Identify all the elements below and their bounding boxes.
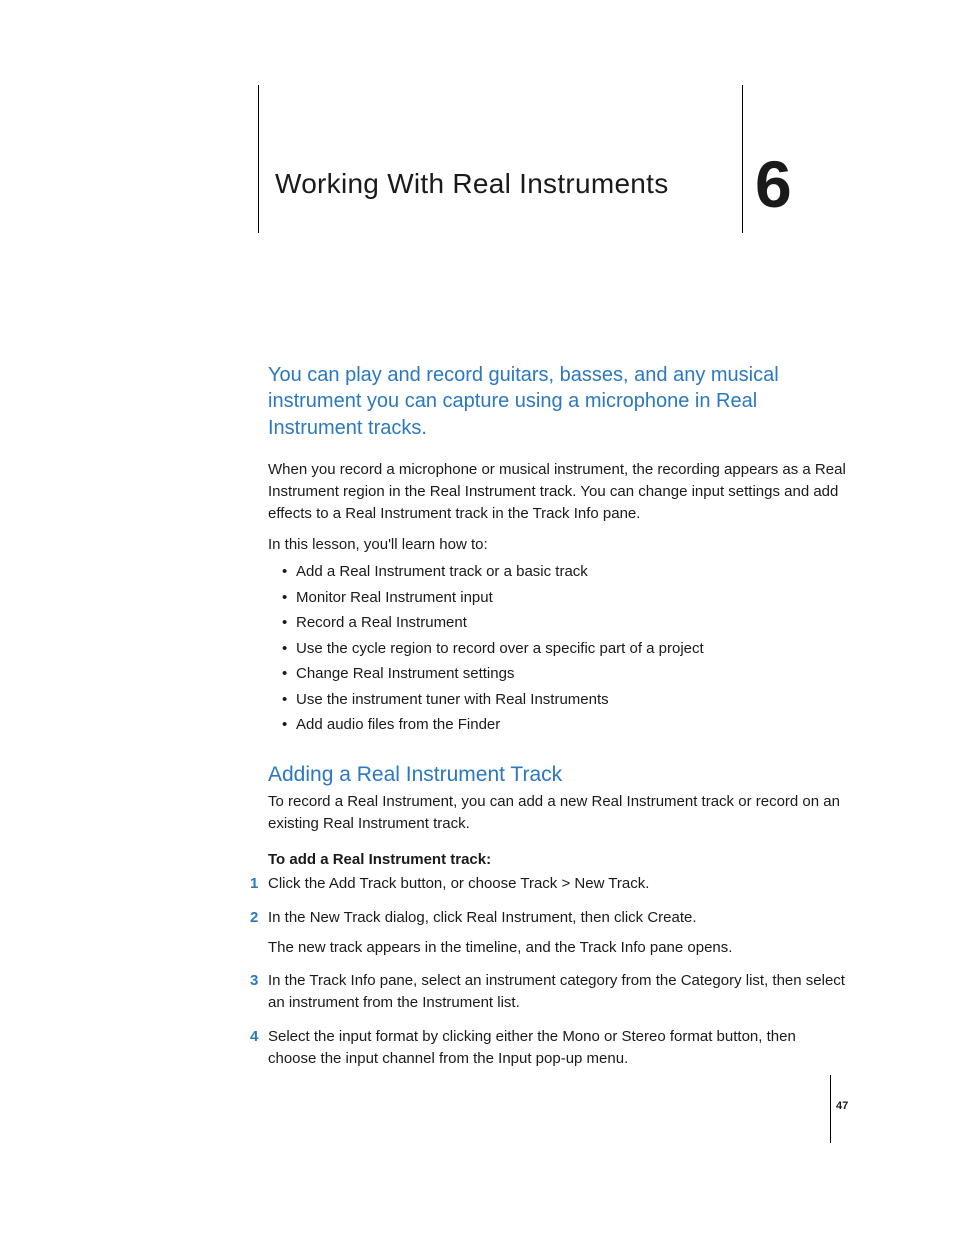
chapter-title: Working With Real Instruments [275,168,669,200]
intro-summary: You can play and record guitars, basses,… [268,362,848,441]
list-item: Use the cycle region to record over a sp… [282,636,842,662]
intro-body: When you record a microphone or musical … [268,459,848,524]
list-item: Monitor Real Instrument input [282,585,842,611]
step-item: In the New Track dialog, click Real Inst… [268,907,848,959]
step-item: Click the Add Track button, or choose Tr… [268,873,848,895]
steps-list: Click the Add Track button, or choose Tr… [268,873,848,1081]
step-text: In the Track Info pane, select an instru… [268,972,845,1011]
step-text: In the New Track dialog, click Real Inst… [268,909,697,926]
footer-rule [830,1075,831,1143]
list-item: Add a Real Instrument track or a basic t… [282,559,842,585]
list-item: Change Real Instrument settings [282,661,842,687]
lesson-bullets: Add a Real Instrument track or a basic t… [282,559,842,738]
header-rule-left [258,85,259,233]
page-number: 47 [836,1100,848,1112]
step-text: Select the input format by clicking eith… [268,1028,796,1067]
list-item: Record a Real Instrument [282,610,842,636]
step-item: In the Track Info pane, select an instru… [268,970,848,1014]
lesson-lead: In this lesson, you'll learn how to: [268,534,848,556]
chapter-number: 6 [755,146,790,222]
section-heading: Adding a Real Instrument Track [268,763,562,787]
list-item: Add audio files from the Finder [282,712,842,738]
list-item: Use the instrument tuner with Real Instr… [282,687,842,713]
page: Working With Real Instruments 6 You can … [0,0,954,1235]
step-followup: The new track appears in the timeline, a… [268,937,848,959]
section-lead: To record a Real Instrument, you can add… [268,791,848,835]
step-text: Click the Add Track button, or choose Tr… [268,875,649,892]
header-rule-right [742,85,743,233]
section-subhead: To add a Real Instrument track: [268,851,491,868]
step-item: Select the input format by clicking eith… [268,1026,848,1070]
